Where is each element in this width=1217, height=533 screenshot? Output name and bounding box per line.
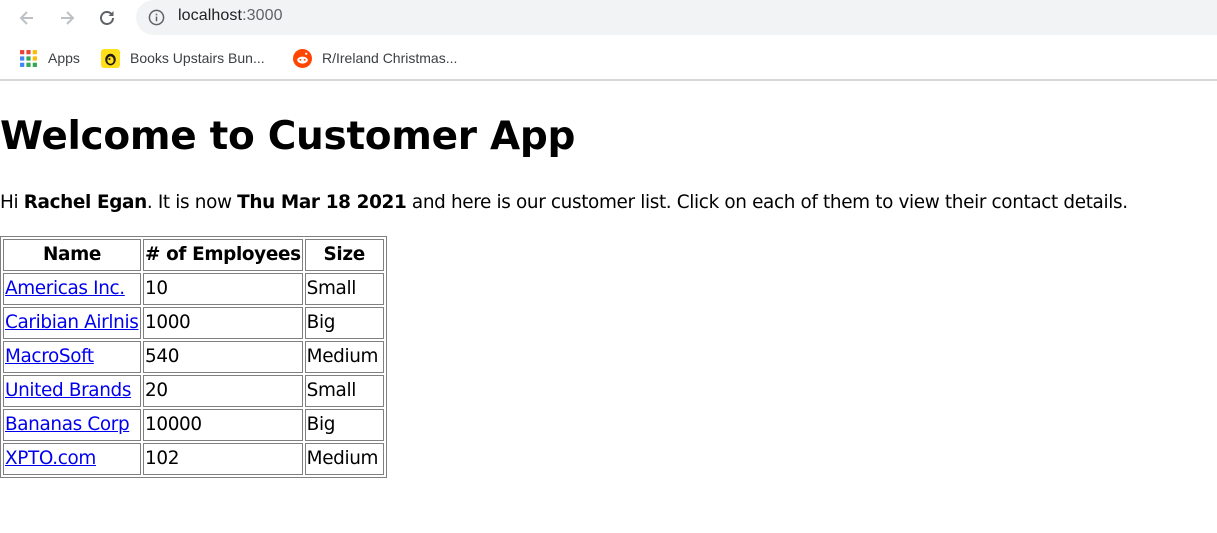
address-bar[interactable]: localhost:3000 [136,0,1217,35]
table-row: United Brands 20 Small [3,375,384,407]
current-date: Thu Mar 18 2021 [237,192,407,213]
bookmarks-bar: Apps Books Upstairs Bun... R/Ireland Chr… [0,44,1217,72]
intro-text: Hi Rachel Egan. It is now Thu Mar 18 202… [0,191,1128,215]
browser-toolbar: localhost:3000 Apps Books Upstairs Bun..… [0,0,1217,81]
cell-employees: 1000 [143,307,303,339]
cell-name: United Brands [3,375,141,407]
reddit-icon [293,48,312,68]
table-row: MacroSoft 540 Medium [3,341,384,373]
cell-size: Medium [304,341,384,373]
reload-button[interactable] [95,6,119,30]
header-employees: # of Employees [143,239,303,271]
intro-middle: . It is now [146,192,238,213]
bookmark-books-upstairs[interactable]: Books Upstairs Bun... [101,44,265,72]
cell-employees: 10000 [143,409,303,441]
mailchimp-icon [101,48,120,68]
intro-tail: and here is our customer list. Click on … [406,192,1128,213]
customer-link[interactable]: Americas Inc. [5,278,125,299]
bookmark-label: Apps [48,50,80,66]
intro-greeting: Hi [0,192,24,213]
url-host: localhost [178,7,243,24]
cell-size: Big [304,409,384,441]
page-title: Welcome to Customer App [0,114,576,159]
customer-link[interactable]: XPTO.com [5,448,96,469]
header-size: Size [304,239,384,271]
table-row: XPTO.com 102 Medium [3,443,384,475]
customer-link[interactable]: Bananas Corp [5,414,130,435]
table-row: Bananas Corp 10000 Big [3,409,384,441]
reload-icon [100,11,114,25]
cell-size: Big [304,307,384,339]
forward-button[interactable] [55,6,79,30]
customer-link[interactable]: MacroSoft [5,346,94,367]
customer-table: Name # of Employees Size Americas Inc. 1… [0,236,387,478]
cell-name: MacroSoft [3,341,141,373]
cell-employees: 10 [143,273,303,305]
url-text[interactable]: localhost:3000 [178,7,283,25]
bookmark-apps[interactable]: Apps [19,44,80,72]
table-row: Caribian Airlnis 1000 Big [3,307,384,339]
bookmark-label: R/Ireland Christmas... [322,50,458,66]
info-icon[interactable] [148,9,165,26]
cell-name: Caribian Airlnis [3,307,141,339]
apps-grid-icon [20,49,37,67]
header-name: Name [3,239,141,271]
back-button[interactable] [15,6,39,30]
cell-employees: 540 [143,341,303,373]
arrow-left-icon [19,11,33,25]
cell-name: Bananas Corp [3,409,141,441]
arrow-right-icon [61,11,75,25]
cell-size: Small [304,375,384,407]
table-header-row: Name # of Employees Size [3,239,384,271]
cell-employees: 20 [143,375,303,407]
table-row: Americas Inc. 10 Small [3,273,384,305]
customer-link[interactable]: Caribian Airlnis [5,312,139,333]
cell-name: XPTO.com [3,443,141,475]
cell-employees: 102 [143,443,303,475]
page-content: Welcome to Customer App Hi Rachel Egan. … [0,83,1217,533]
bookmark-label: Books Upstairs Bun... [130,50,265,66]
cell-size: Medium [304,443,384,475]
cell-size: Small [304,273,384,305]
cell-name: Americas Inc. [3,273,141,305]
customer-link[interactable]: United Brands [5,380,131,401]
user-name: Rachel Egan [23,192,147,213]
url-port: :3000 [242,7,283,24]
bookmark-reddit-ireland[interactable]: R/Ireland Christmas... [293,44,457,72]
